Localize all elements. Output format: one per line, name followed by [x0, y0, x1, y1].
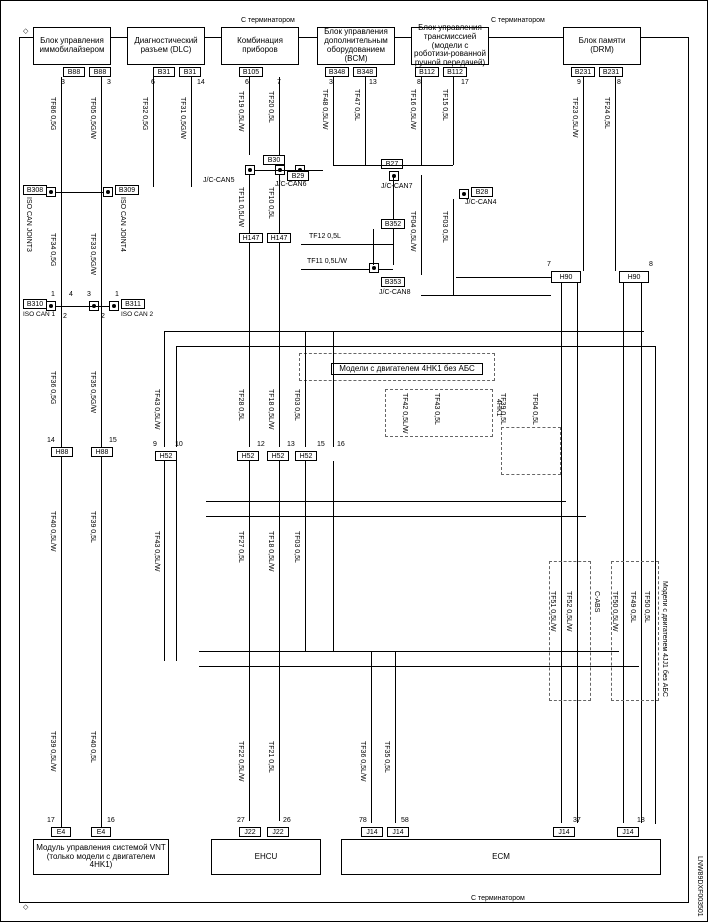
conn: H147 [239, 233, 263, 243]
note-bottom: С терминатором [471, 895, 525, 902]
conn: B31 [179, 67, 201, 77]
note-mid: Модели с двигателем 4HK1 без АБС [331, 363, 483, 375]
mod-ehcu: EHCU [211, 839, 321, 875]
conn: H52 [295, 451, 317, 461]
note-left: С терминатором [241, 17, 295, 24]
schematic-frame [19, 37, 689, 903]
conn: B27 [381, 159, 403, 169]
mod-ecm: ECM [341, 839, 661, 875]
mod-instrument: Комбинация приборов [221, 27, 299, 65]
mod-drm: Блок памяти (DRM) [563, 27, 641, 65]
conn: B28 [471, 187, 493, 197]
mod-dlc: Диагностический разъем (DLC) [127, 27, 205, 65]
conn: H52 [267, 451, 289, 461]
conn: B308 [23, 185, 47, 195]
conn: B348 [325, 67, 349, 77]
conn: H147 [267, 233, 291, 243]
conn: B231 [599, 67, 623, 77]
note-right: С терминатором [491, 17, 545, 24]
mod-immobilizer: Блок управления иммобилайзером [33, 27, 111, 65]
conn: H88 [51, 447, 73, 457]
conn: H52 [237, 451, 259, 461]
document-id: LNW89DXF003501 [696, 856, 703, 917]
conn: B31 [153, 67, 175, 77]
conn: J14 [361, 827, 383, 837]
dashbox [611, 561, 659, 701]
conn: E4 [91, 827, 111, 837]
conn: B353 [381, 277, 405, 287]
conn: B352 [381, 219, 405, 229]
conn: J22 [239, 827, 261, 837]
conn: H52 [155, 451, 177, 461]
conn: B29 [287, 171, 309, 181]
conn: J14 [617, 827, 639, 837]
conn: H90 [551, 271, 581, 283]
conn: B112 [443, 67, 467, 77]
conn: B88 [63, 67, 85, 77]
conn: H90 [619, 271, 649, 283]
marker: ◇ [23, 27, 28, 35]
marker-bl: ◇ [23, 903, 28, 911]
conn: J14 [553, 827, 575, 837]
conn: J22 [267, 827, 289, 837]
conn: B311 [121, 299, 145, 309]
conn: B88 [89, 67, 111, 77]
conn: B310 [23, 299, 47, 309]
conn: B105 [239, 67, 263, 77]
dashbox [501, 427, 561, 475]
mod-trans: Блок управления трансмиссией (модели с р… [411, 27, 489, 65]
conn: B309 [115, 185, 139, 195]
mod-bcm: Блок управления дополнительным оборудова… [317, 27, 395, 65]
conn: B112 [415, 67, 439, 77]
conn: B348 [353, 67, 377, 77]
conn: B30 [263, 155, 285, 165]
conn: B231 [571, 67, 595, 77]
mod-vnt: Модуль управления системой VNT (только м… [33, 839, 169, 875]
conn: E4 [51, 827, 71, 837]
conn: J14 [387, 827, 409, 837]
dashbox [549, 561, 591, 701]
conn: H88 [91, 447, 113, 457]
